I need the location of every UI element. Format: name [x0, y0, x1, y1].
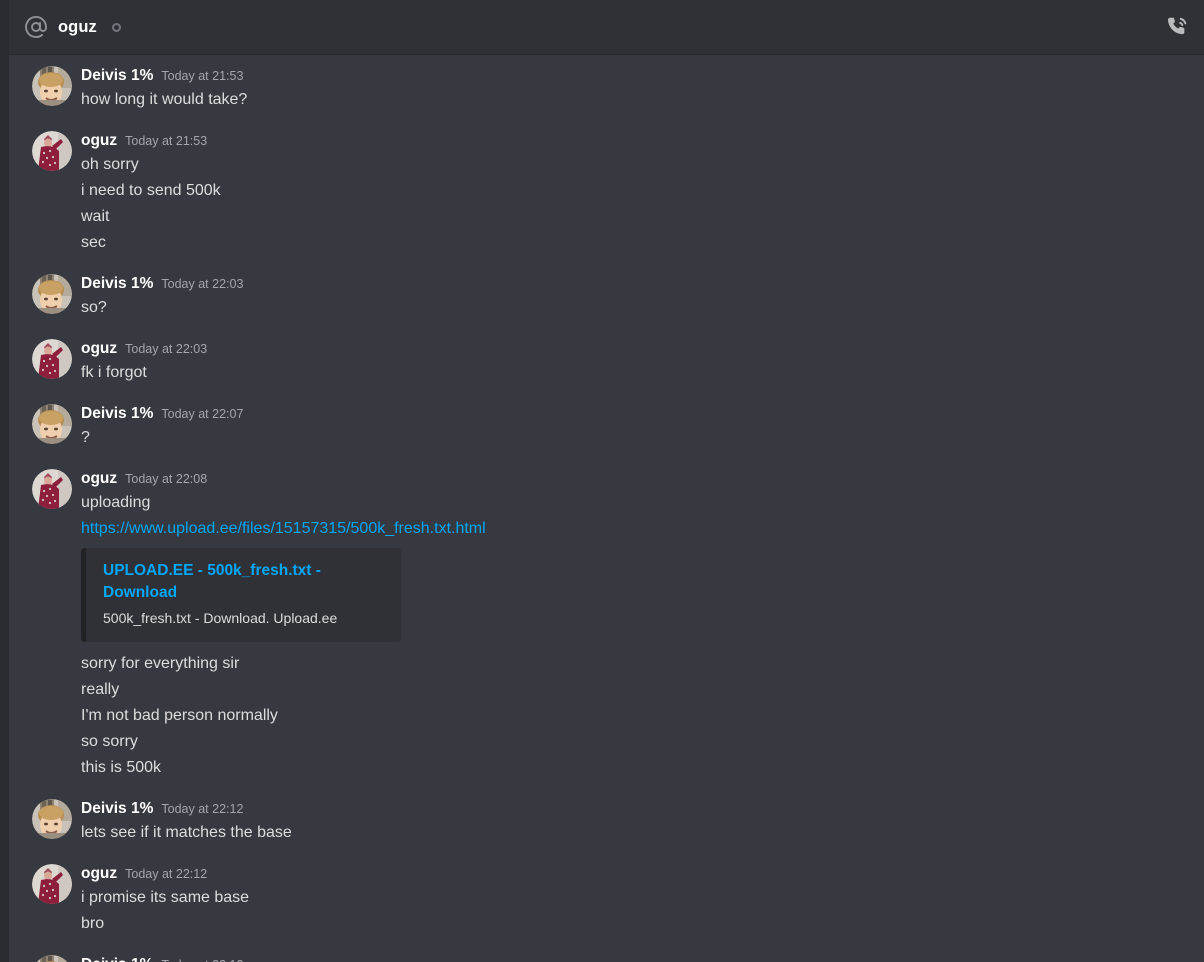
- at-sign-icon: [24, 15, 48, 39]
- message-header: Deivis 1% Today at 22:03: [81, 273, 1188, 295]
- message-line: fk i forgot: [81, 364, 147, 381]
- message-group: oguz Today at 22:03 fk i forgot: [9, 338, 1204, 386]
- channel-header-right: [1164, 14, 1190, 40]
- message-timestamp: Today at 21:53: [125, 134, 208, 148]
- message-timestamp: Today at 22:08: [125, 472, 208, 486]
- channel-header: oguz: [0, 0, 1204, 55]
- message-header: Deivis 1% Today at 22:12: [81, 798, 1188, 820]
- avatar[interactable]: [32, 864, 72, 904]
- message-line: i need to send 500k: [81, 182, 221, 199]
- left-rail-strip: [0, 0, 9, 962]
- page-title: oguz: [58, 17, 97, 36]
- message-group: Deivis 1% Today at 21:53 how long it wou…: [9, 65, 1204, 113]
- message-timestamp: Today at 22:03: [125, 342, 208, 356]
- message-line: sec: [81, 234, 106, 251]
- avatar[interactable]: [32, 131, 72, 171]
- embed-description: 500k_fresh.txt - Download. Upload.ee: [103, 610, 338, 626]
- message-header: oguz Today at 22:08: [81, 468, 1188, 490]
- message-line: so?: [81, 299, 107, 316]
- message-list[interactable]: Deivis 1% Today at 21:53 how long it wou…: [0, 55, 1204, 962]
- message-header: Deivis 1% Today at 22:12: [81, 954, 1188, 962]
- message-line: sorry for everything sir: [81, 655, 240, 672]
- message-timestamp: Today at 22:07: [161, 407, 244, 421]
- channel-header-left: oguz: [24, 15, 121, 39]
- message-line: i promise its same base: [81, 889, 250, 906]
- message-timestamp: Today at 22:12: [125, 867, 208, 881]
- message-author[interactable]: Deivis 1%: [81, 403, 153, 425]
- message-line: oh sorry: [81, 156, 139, 173]
- embed-title[interactable]: UPLOAD.EE - 500k_fresh.txt - Download: [103, 560, 385, 604]
- message-line: lets see if it matches the base: [81, 824, 292, 841]
- message-author[interactable]: oguz: [81, 130, 117, 152]
- message-line: I'm not bad person normally: [81, 707, 278, 724]
- avatar[interactable]: [32, 339, 72, 379]
- message-line: bro: [81, 915, 105, 932]
- message-line: ?: [81, 429, 90, 446]
- message-author[interactable]: oguz: [81, 338, 117, 360]
- message-timestamp: Today at 22:12: [161, 954, 243, 962]
- avatar[interactable]: [32, 66, 72, 106]
- message-list-inner: Deivis 1% Today at 21:53 how long it wou…: [9, 55, 1204, 962]
- avatar[interactable]: [32, 404, 72, 444]
- phone-call-icon[interactable]: [1164, 14, 1190, 40]
- discord-dm-window: oguz Deivis 1% Today at 21:53 how long i…: [0, 0, 1204, 962]
- message-author[interactable]: Deivis 1%: [81, 954, 153, 962]
- message-group: oguz Today at 22:08 uploading https://ww…: [9, 468, 1204, 781]
- message-group: Deivis 1% Today at 22:12 lets see if it …: [9, 798, 1204, 846]
- message-line: this is 500k: [81, 759, 162, 776]
- avatar[interactable]: [32, 955, 72, 962]
- message-link[interactable]: https://www.upload.ee/files/15157315/500…: [81, 516, 1188, 542]
- message-line: uploading: [81, 494, 151, 511]
- link-embed[interactable]: UPLOAD.EE - 500k_fresh.txt - Download 50…: [81, 548, 401, 642]
- avatar[interactable]: [32, 469, 72, 509]
- message-group: oguz Today at 21:53 oh sorry i need to s…: [9, 130, 1204, 256]
- message-header: oguz Today at 21:53: [81, 130, 1188, 152]
- message-line: how long it would take?: [81, 91, 248, 108]
- circle-outline-icon[interactable]: [111, 22, 121, 32]
- message-author[interactable]: Deivis 1%: [81, 65, 153, 87]
- message-timestamp: Today at 22:03: [161, 277, 244, 291]
- message-group: oguz Today at 22:12 i promise its same b…: [9, 863, 1204, 937]
- message-group: Deivis 1% Today at 22:03 so?: [9, 273, 1204, 321]
- message-author[interactable]: Deivis 1%: [81, 798, 153, 820]
- message-header: Deivis 1% Today at 22:07: [81, 403, 1188, 425]
- message-header: oguz Today at 22:12: [81, 863, 1188, 885]
- message-header: oguz Today at 22:03: [81, 338, 1188, 360]
- avatar[interactable]: [32, 799, 72, 839]
- message-line: so sorry: [81, 733, 138, 750]
- message-timestamp: Today at 22:12: [161, 802, 244, 816]
- message-author[interactable]: oguz: [81, 468, 117, 490]
- message-line: really: [81, 681, 120, 698]
- message-line: wait: [81, 208, 110, 225]
- message-timestamp: Today at 21:53: [161, 69, 244, 83]
- message-group: Deivis 1% Today at 22:12 cuz i am 80% su…: [9, 954, 1204, 962]
- message-header: Deivis 1% Today at 21:53: [81, 65, 1188, 87]
- avatar[interactable]: [32, 274, 72, 314]
- message-group: Deivis 1% Today at 22:07 ?: [9, 403, 1204, 451]
- message-author[interactable]: Deivis 1%: [81, 273, 153, 295]
- message-author[interactable]: oguz: [81, 863, 117, 885]
